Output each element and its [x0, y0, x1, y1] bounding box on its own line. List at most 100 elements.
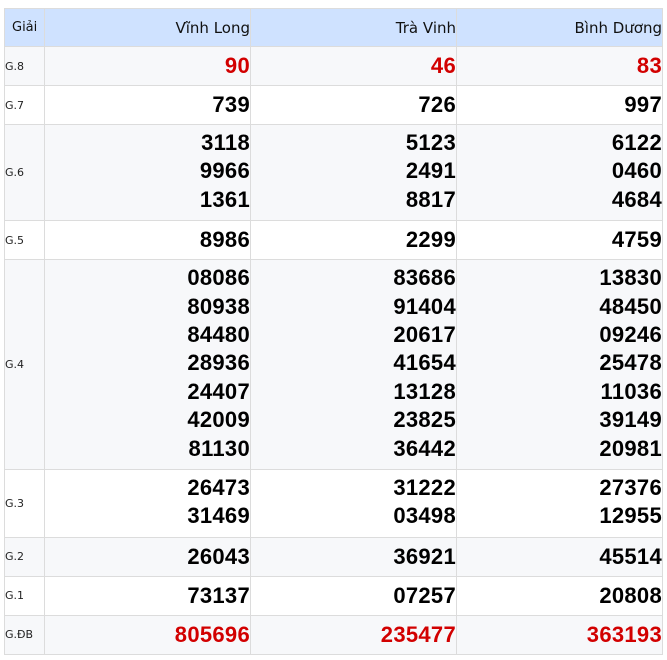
result-number: 26473	[187, 475, 250, 501]
result-cell-vinh-long: 26473 31469	[44, 469, 251, 538]
prize-row: G.ĐB 805696 235477 363193	[4, 614, 663, 655]
result-cell-binh-duong: 45514	[456, 536, 663, 577]
result-number: 84480	[187, 322, 250, 348]
result-number: 12955	[599, 503, 662, 529]
result-number: 5123	[405, 130, 456, 155]
result-cell-tra-vinh: 2299	[250, 220, 457, 261]
result-number: 4759	[611, 227, 662, 253]
prize-row: G.1 73137 07257 20808	[4, 575, 663, 616]
result-number: 13128	[393, 378, 456, 404]
result-number: 46	[430, 52, 456, 78]
result-cell-binh-duong: 27376 12955	[456, 469, 663, 538]
prize-row: G.5 8986 2299 4759	[4, 220, 663, 261]
result-number: 08086	[187, 265, 250, 291]
result-number: 1361	[199, 186, 250, 212]
station-header-binh-duong[interactable]: Bình Dương	[456, 8, 663, 47]
result-cell-tra-vinh: 235477	[250, 614, 457, 655]
result-number: 2299	[405, 227, 456, 253]
result-number: 20981	[599, 435, 662, 461]
result-number: 6122	[611, 130, 662, 155]
result-cell-tra-vinh: 07257	[250, 575, 457, 616]
result-number: 24407	[187, 378, 250, 404]
result-number: 83	[636, 52, 662, 78]
result-number: 235477	[380, 621, 456, 647]
result-number: 8817	[405, 186, 456, 212]
result-cell-tra-vinh: 46	[250, 46, 457, 86]
prize-label: G.1	[4, 575, 45, 616]
result-cell-binh-duong: 6122 0460 4684	[456, 123, 663, 222]
result-cell-vinh-long: 73137	[44, 575, 251, 616]
result-cell-vinh-long: 08086 80938 84480 28936 24407 42009 81130	[44, 259, 251, 471]
result-number: 2491	[405, 158, 456, 184]
result-number: 09246	[599, 322, 662, 348]
result-cell-tra-vinh: 31222 03498	[250, 469, 457, 538]
result-number: 27376	[599, 475, 662, 501]
result-cell-vinh-long: 90	[44, 46, 251, 86]
result-number: 42009	[187, 407, 250, 433]
prize-row: G.4 08086 80938 84480 28936 24407 42009 81130 83…	[4, 259, 663, 471]
prize-label: G.ĐB	[4, 614, 45, 655]
result-cell-binh-duong: 363193	[456, 614, 663, 655]
result-cell-vinh-long: 26043	[44, 536, 251, 577]
result-number: 36442	[393, 435, 456, 461]
header-row: Giải Vĩnh Long Trà Vinh Bình Dương	[4, 8, 663, 47]
station-header-vinh-long[interactable]: Vĩnh Long	[44, 8, 251, 47]
result-cell-tra-vinh: 726	[250, 85, 457, 125]
result-number: 90	[224, 52, 250, 78]
result-cell-binh-duong: 4759	[456, 220, 663, 261]
result-number: 805696	[174, 621, 250, 647]
result-number: 997	[624, 91, 662, 117]
result-number: 11036	[600, 378, 662, 404]
result-number: 9966	[199, 158, 250, 184]
result-number: 23825	[393, 407, 456, 433]
station-header-tra-vinh[interactable]: Trà Vinh	[250, 8, 457, 47]
result-number: 07257	[393, 582, 456, 608]
prize-row: G.8 90 46 83	[4, 46, 663, 86]
result-cell-vinh-long: 8986	[44, 220, 251, 261]
result-number: 13830	[599, 265, 662, 291]
result-cell-vinh-long: 739	[44, 85, 251, 125]
result-cell-binh-duong: 83	[456, 46, 663, 86]
result-number: 45514	[599, 543, 662, 569]
prize-label: G.4	[4, 259, 45, 471]
prize-row: G.6 3118 9966 1361 5123 2491 8817 6122 0460 4684	[4, 123, 663, 222]
result-cell-tra-vinh: 5123 2491 8817	[250, 123, 457, 222]
result-number: 83686	[393, 265, 456, 291]
result-cell-vinh-long: 3118 9966 1361	[44, 123, 251, 222]
result-number: 91404	[393, 293, 456, 319]
result-number: 48450	[599, 293, 662, 319]
result-number: 36921	[393, 543, 456, 569]
result-number: 31469	[187, 503, 250, 529]
result-number: 726	[418, 91, 456, 117]
result-cell-binh-duong: 997	[456, 85, 663, 125]
result-number: 8986	[199, 227, 250, 253]
result-cell-tra-vinh: 83686 91404 20617 41654 13128 23825 36442	[250, 259, 457, 471]
prize-label: G.3	[4, 469, 45, 538]
result-cell-vinh-long: 805696	[44, 614, 251, 655]
result-number: 25478	[599, 350, 662, 376]
result-number: 81130	[188, 435, 250, 461]
lottery-results-table: Giải Vĩnh Long Trà Vinh Bình Dương G.8 90…	[4, 8, 663, 655]
result-number: 20617	[393, 322, 456, 348]
result-number: 26043	[187, 543, 250, 569]
prize-row: G.2 26043 36921 45514	[4, 536, 663, 577]
result-cell-tra-vinh: 36921	[250, 536, 457, 577]
result-number: 739	[212, 91, 250, 117]
prize-column-header: Giải	[4, 8, 45, 47]
prize-label: G.5	[4, 220, 45, 261]
result-number: 28936	[187, 350, 250, 376]
result-number: 363193	[586, 621, 662, 647]
result-number: 0460	[611, 158, 662, 184]
prize-row: G.3 26473 31469 31222 03498 27376 12955	[4, 469, 663, 538]
result-number: 4684	[611, 186, 662, 212]
prize-label: G.7	[4, 85, 45, 125]
prize-label: G.8	[4, 46, 45, 86]
result-number: 41654	[393, 350, 456, 376]
result-number: 39149	[599, 407, 662, 433]
prize-label: G.2	[4, 536, 45, 577]
result-number: 20808	[599, 582, 662, 608]
result-number: 3118	[201, 130, 250, 155]
result-number: 31222	[393, 475, 456, 501]
prize-row: G.7 739 726 997	[4, 85, 663, 125]
result-number: 73137	[187, 582, 250, 608]
